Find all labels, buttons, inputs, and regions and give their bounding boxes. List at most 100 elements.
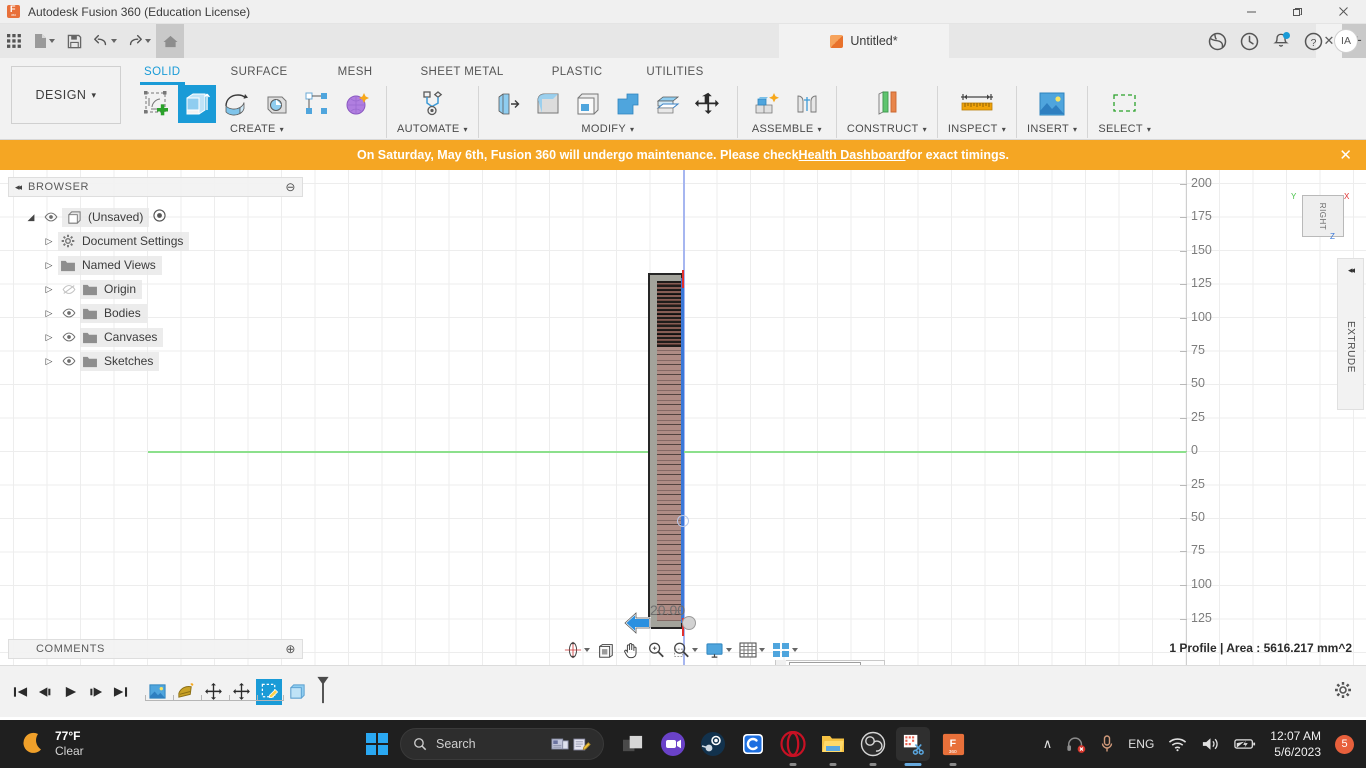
move-copy-icon[interactable] xyxy=(689,85,727,123)
tree-item-sketches[interactable]: ▷ Sketches xyxy=(8,349,298,373)
visibility-eye-icon[interactable] xyxy=(58,308,80,318)
tree-item-named-views[interactable]: ▷ Named Views xyxy=(8,253,298,277)
tree-item-unsaved[interactable]: ◢ (Unsaved) xyxy=(8,205,298,229)
revolve-icon[interactable] xyxy=(218,85,256,123)
zoom-icon[interactable] xyxy=(644,638,668,662)
direction-handle-secondary[interactable] xyxy=(677,515,689,527)
apps-grid-icon[interactable] xyxy=(0,24,28,58)
tree-item-canvases[interactable]: ▷ Canvases xyxy=(8,325,298,349)
selected-edge-highlight[interactable] xyxy=(681,278,684,623)
new-component-icon[interactable] xyxy=(748,85,786,123)
redo-icon[interactable] xyxy=(122,24,156,58)
wifi-icon[interactable] xyxy=(1168,737,1187,752)
select-window-icon[interactable] xyxy=(1101,85,1149,123)
expand-triangle-icon[interactable]: ◢ xyxy=(22,212,40,223)
expand-triangle-icon[interactable]: ▷ xyxy=(40,284,58,295)
combine-icon[interactable] xyxy=(609,85,647,123)
pattern-icon[interactable] xyxy=(298,85,336,123)
panel-automate-label[interactable]: AUTOMATE ▾ xyxy=(397,123,468,135)
collapse-icon[interactable]: ◂◂ xyxy=(1348,265,1353,276)
start-button[interactable] xyxy=(360,727,394,761)
cisco-icon[interactable] xyxy=(736,727,770,761)
pan-icon[interactable] xyxy=(619,638,643,662)
teams-icon[interactable] xyxy=(656,727,690,761)
activate-component-icon[interactable] xyxy=(153,209,166,225)
news-icon[interactable] xyxy=(551,737,569,751)
create-form-icon[interactable] xyxy=(338,85,376,123)
create-sketch-icon[interactable] xyxy=(138,85,176,123)
notification-badge[interactable]: 5 xyxy=(1335,735,1354,754)
shell-icon[interactable] xyxy=(569,85,607,123)
expand-triangle-icon[interactable]: ▷ xyxy=(40,236,58,247)
timeline-settings-gear-icon[interactable] xyxy=(1334,681,1352,702)
play-button[interactable] xyxy=(58,677,83,707)
expand-triangle-icon[interactable]: ▷ xyxy=(40,308,58,319)
taskbar-weather-widget[interactable]: 77°F Clear xyxy=(20,729,84,759)
press-pull-icon[interactable] xyxy=(489,85,527,123)
view-cube[interactable]: RIGHT xyxy=(1302,195,1344,237)
step-forward-button[interactable] xyxy=(83,677,108,707)
volume-icon[interactable] xyxy=(1201,736,1220,752)
tree-item-origin[interactable]: ▷ Origin xyxy=(8,277,298,301)
visibility-eye-icon[interactable] xyxy=(58,332,80,342)
notifications-bell-icon[interactable] xyxy=(1266,24,1296,58)
insert-canvas-icon[interactable] xyxy=(1028,85,1076,123)
task-view-icon[interactable] xyxy=(616,727,650,761)
extrude-icon[interactable] xyxy=(178,85,216,123)
chevron-down-icon[interactable] xyxy=(759,648,765,652)
opera-icon[interactable] xyxy=(776,727,810,761)
steam-icon[interactable] xyxy=(696,727,730,761)
browser-options-icon[interactable]: ⊖ xyxy=(285,180,296,194)
panel-assemble-label[interactable]: ASSEMBLE ▾ xyxy=(752,123,822,135)
sweep-hole-icon[interactable] xyxy=(258,85,296,123)
zoom-window-icon[interactable] xyxy=(669,638,701,662)
document-tab[interactable]: Untitled* xyxy=(779,24,949,58)
panel-modify-label[interactable]: MODIFY ▾ xyxy=(581,123,634,135)
chevron-down-icon[interactable] xyxy=(145,39,151,43)
visibility-eye-off-icon[interactable] xyxy=(58,284,80,295)
browser-collapse-icon[interactable]: ◂◂ xyxy=(15,182,20,193)
close-button[interactable] xyxy=(1320,0,1366,24)
maximize-button[interactable] xyxy=(1274,0,1320,24)
banner-close-icon[interactable]: ✕ xyxy=(1339,146,1352,164)
tree-item-document-settings[interactable]: ▷ Document Settings xyxy=(8,229,298,253)
widgets-pen-icon[interactable] xyxy=(573,737,591,752)
user-avatar[interactable]: IA xyxy=(1334,29,1358,53)
offset-face-icon[interactable] xyxy=(649,85,687,123)
look-at-icon[interactable] xyxy=(594,638,618,662)
chevron-down-icon[interactable] xyxy=(49,39,55,43)
reference-canvas-image[interactable] xyxy=(657,281,683,621)
panel-inspect-label[interactable]: INSPECT ▾ xyxy=(948,123,1006,135)
workspace-selector[interactable]: DESIGN ▾ xyxy=(11,66,121,124)
expand-triangle-icon[interactable]: ▷ xyxy=(40,332,58,343)
grid-snaps-icon[interactable] xyxy=(736,638,768,662)
add-comment-icon[interactable]: ⊕ xyxy=(285,642,296,656)
display-settings-icon[interactable] xyxy=(702,638,735,662)
new-document-icon[interactable] xyxy=(28,24,60,58)
extrude-direction-arrow[interactable] xyxy=(623,608,653,638)
step-back-button[interactable] xyxy=(33,677,58,707)
headset-muted-icon[interactable] xyxy=(1066,736,1086,753)
visibility-eye-icon[interactable] xyxy=(58,356,80,366)
panel-insert-label[interactable]: INSERT ▾ xyxy=(1027,123,1077,135)
jump-to-beginning-button[interactable] xyxy=(8,677,33,707)
expand-triangle-icon[interactable]: ▷ xyxy=(40,260,58,271)
measure-icon[interactable] xyxy=(953,85,1001,123)
battery-icon[interactable] xyxy=(1234,737,1256,751)
minimize-button[interactable] xyxy=(1228,0,1274,24)
data-panel-icon[interactable] xyxy=(1202,24,1232,58)
chevron-down-icon[interactable] xyxy=(692,648,698,652)
chevron-down-icon[interactable] xyxy=(584,648,590,652)
fusion360-icon[interactable]: F360 xyxy=(936,727,970,761)
taskbar-search-box[interactable]: Search xyxy=(400,728,604,760)
language-indicator[interactable]: ENG xyxy=(1128,737,1154,751)
obs-icon[interactable] xyxy=(856,727,890,761)
panel-create-label[interactable]: CREATE ▾ xyxy=(230,123,284,135)
jump-to-end-button[interactable] xyxy=(108,677,133,707)
tree-item-bodies[interactable]: ▷ Bodies xyxy=(8,301,298,325)
snipping-tool-icon[interactable] xyxy=(896,727,930,761)
chevron-down-icon[interactable] xyxy=(726,648,732,652)
orbit-icon[interactable] xyxy=(561,638,593,662)
microphone-icon[interactable] xyxy=(1100,735,1114,753)
panel-select-label[interactable]: SELECT ▾ xyxy=(1098,123,1151,135)
